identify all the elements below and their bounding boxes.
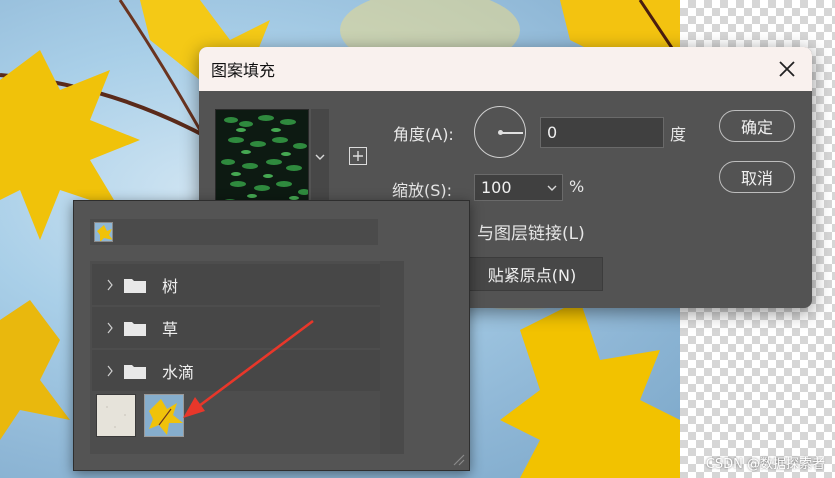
chevron-down-icon [315,154,325,160]
angle-dial[interactable] [474,106,526,158]
close-button[interactable] [770,53,804,85]
scale-label: 缩放(S): [392,181,453,200]
resize-grip-icon[interactable] [451,452,465,466]
pattern-thumb-paper[interactable] [96,394,136,437]
scale-dropdown-button[interactable] [541,174,563,201]
dialog-title: 图案填充 [211,61,276,80]
chevron-right-icon [107,322,113,333]
chevron-right-icon [107,279,113,290]
annotation-arrow-icon [183,319,314,418]
folder-icon [124,321,146,336]
plus-icon [353,151,363,161]
cancel-button[interactable]: 取消 [719,161,795,193]
current-pattern-thumb [94,222,113,242]
pattern-dropdown-button[interactable] [311,109,329,205]
dialog-titlebar: 图案填充 [199,47,812,91]
pattern-swatch[interactable] [215,109,309,205]
scale-input[interactable] [474,174,542,201]
link-with-layer-label[interactable]: 与图层链接(L) [477,219,585,244]
chevron-down-icon [547,185,556,191]
folder-icon [124,364,146,379]
scale-unit: % [569,177,585,196]
pattern-group-tree[interactable]: 树 [92,264,380,305]
autumn-leaf-thumb-icon [95,223,112,241]
close-icon [779,61,795,77]
pattern-group-label: 树 [162,276,179,296]
new-preset-button[interactable] [349,147,367,165]
angle-input[interactable] [540,117,664,148]
picker-header [90,219,378,245]
angle-unit: 度 [670,125,687,144]
snap-to-origin-button[interactable]: 贴紧原点(N) [461,257,603,291]
chevron-right-icon [107,365,113,376]
ok-button[interactable]: 确定 [719,110,795,142]
folder-icon [124,278,146,293]
angle-dial-needle [501,132,523,134]
fern-pattern-preview [216,110,308,204]
paper-texture-thumb [97,395,135,436]
pattern-list-scrollbar[interactable] [380,261,404,454]
angle-label: 角度(A): [393,125,454,144]
watermark: CSDN @数据探索者 [705,457,825,472]
